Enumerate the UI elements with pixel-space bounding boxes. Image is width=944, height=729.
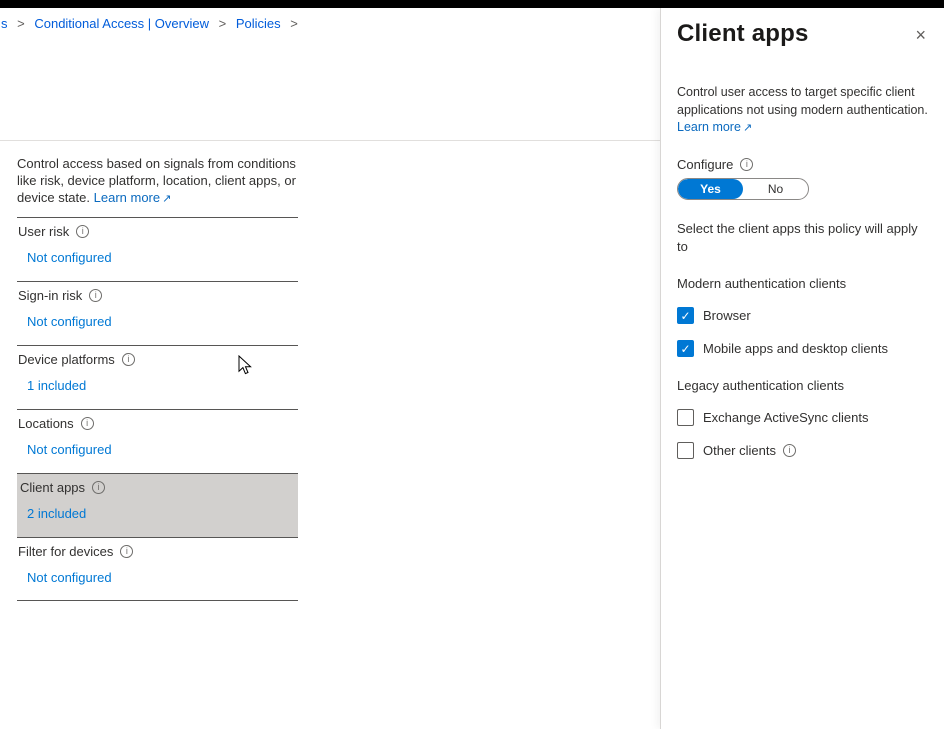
checkbox[interactable]: ✓ bbox=[677, 307, 694, 324]
info-icon[interactable]: i bbox=[120, 545, 133, 558]
page: s > Conditional Access | Overview > Poli… bbox=[0, 0, 944, 729]
content-divider bbox=[0, 140, 660, 141]
top-bar bbox=[0, 0, 944, 8]
configure-row: Configure i bbox=[677, 157, 928, 172]
condition-value-link[interactable]: Not configured bbox=[17, 570, 112, 585]
breadcrumb: s > Conditional Access | Overview > Poli… bbox=[1, 16, 304, 31]
condition-filter-for-devices[interactable]: Filter for devices i Not configured bbox=[17, 537, 298, 601]
checkbox-label: Other clients bbox=[703, 443, 776, 458]
condition-value-link[interactable]: 2 included bbox=[17, 506, 86, 521]
breadcrumb-item-policies[interactable]: Policies bbox=[236, 16, 281, 31]
conditions-learn-more-link[interactable]: Learn more bbox=[94, 190, 160, 205]
info-icon[interactable]: i bbox=[76, 225, 89, 238]
check-icon: ✓ bbox=[680, 309, 690, 323]
close-icon: × bbox=[915, 25, 926, 45]
select-prompt: Select the client apps this policy will … bbox=[677, 220, 929, 258]
condition-value-link[interactable]: Not configured bbox=[17, 314, 112, 329]
condition-label: Filter for devices bbox=[18, 544, 113, 559]
close-button[interactable]: × bbox=[913, 24, 928, 46]
checkbox[interactable] bbox=[677, 409, 694, 426]
condition-client-apps[interactable]: Client apps i 2 included bbox=[17, 473, 298, 537]
breadcrumb-item-conditional-access-overview[interactable]: Conditional Access | Overview bbox=[34, 16, 209, 31]
info-icon[interactable]: i bbox=[122, 353, 135, 366]
breadcrumb-separator: > bbox=[290, 16, 298, 31]
toggle-yes[interactable]: Yes bbox=[678, 179, 743, 199]
breadcrumb-separator: > bbox=[219, 16, 227, 31]
checkbox-row-other-clients[interactable]: Other clients i bbox=[677, 442, 928, 459]
breadcrumb-item-truncated[interactable]: s bbox=[1, 16, 8, 31]
condition-label: Sign-in risk bbox=[18, 288, 82, 303]
checkbox-row-browser[interactable]: ✓ Browser bbox=[677, 307, 928, 324]
condition-value-link[interactable]: Not configured bbox=[17, 250, 112, 265]
info-icon[interactable]: i bbox=[92, 481, 105, 494]
info-icon[interactable]: i bbox=[783, 444, 796, 457]
group-heading-modern: Modern authentication clients bbox=[677, 276, 928, 291]
condition-locations[interactable]: Locations i Not configured bbox=[17, 409, 298, 473]
checkbox-label: Mobile apps and desktop clients bbox=[703, 341, 888, 356]
panel-learn-more-link[interactable]: Learn more bbox=[677, 120, 741, 134]
conditions-panel: Control access based on signals from con… bbox=[17, 156, 298, 601]
condition-label: Device platforms bbox=[18, 352, 115, 367]
checkbox-row-mobile-apps-and-desktop-clients[interactable]: ✓ Mobile apps and desktop clients bbox=[677, 340, 928, 357]
panel-title: Client apps bbox=[677, 20, 809, 48]
info-icon[interactable]: i bbox=[740, 158, 753, 171]
checkbox-label: Browser bbox=[703, 308, 751, 323]
panel-description: Control user access to target specific c… bbox=[677, 84, 929, 137]
condition-user-risk[interactable]: User risk i Not configured bbox=[17, 217, 298, 281]
panel-description-text: Control user access to target specific c… bbox=[677, 85, 928, 117]
configure-label: Configure bbox=[677, 157, 733, 172]
condition-label: User risk bbox=[18, 224, 69, 239]
panel-header: Client apps × bbox=[677, 20, 928, 48]
external-link-icon: ↗ bbox=[162, 193, 171, 205]
check-icon: ✓ bbox=[680, 342, 690, 356]
condition-sign-in-risk[interactable]: Sign-in risk i Not configured bbox=[17, 281, 298, 345]
external-link-icon: ↗ bbox=[743, 122, 752, 134]
condition-value-link[interactable]: 1 included bbox=[17, 378, 86, 393]
info-icon[interactable]: i bbox=[89, 289, 102, 302]
checkbox-row-exchange-activesync-clients[interactable]: Exchange ActiveSync clients bbox=[677, 409, 928, 426]
toggle-no[interactable]: No bbox=[743, 179, 808, 199]
breadcrumb-separator: > bbox=[17, 16, 25, 31]
condition-label: Locations bbox=[18, 416, 74, 431]
client-apps-panel: Client apps × Control user access to tar… bbox=[660, 8, 944, 729]
conditions-intro: Control access based on signals from con… bbox=[17, 156, 298, 207]
checkbox-label: Exchange ActiveSync clients bbox=[703, 410, 868, 425]
info-icon[interactable]: i bbox=[81, 417, 94, 430]
condition-value-link[interactable]: Not configured bbox=[17, 442, 112, 457]
checkbox[interactable] bbox=[677, 442, 694, 459]
group-heading-legacy: Legacy authentication clients bbox=[677, 378, 928, 393]
condition-label: Client apps bbox=[20, 480, 85, 495]
checkbox[interactable]: ✓ bbox=[677, 340, 694, 357]
condition-device-platforms[interactable]: Device platforms i 1 included bbox=[17, 345, 298, 409]
configure-toggle[interactable]: Yes No bbox=[677, 178, 809, 200]
